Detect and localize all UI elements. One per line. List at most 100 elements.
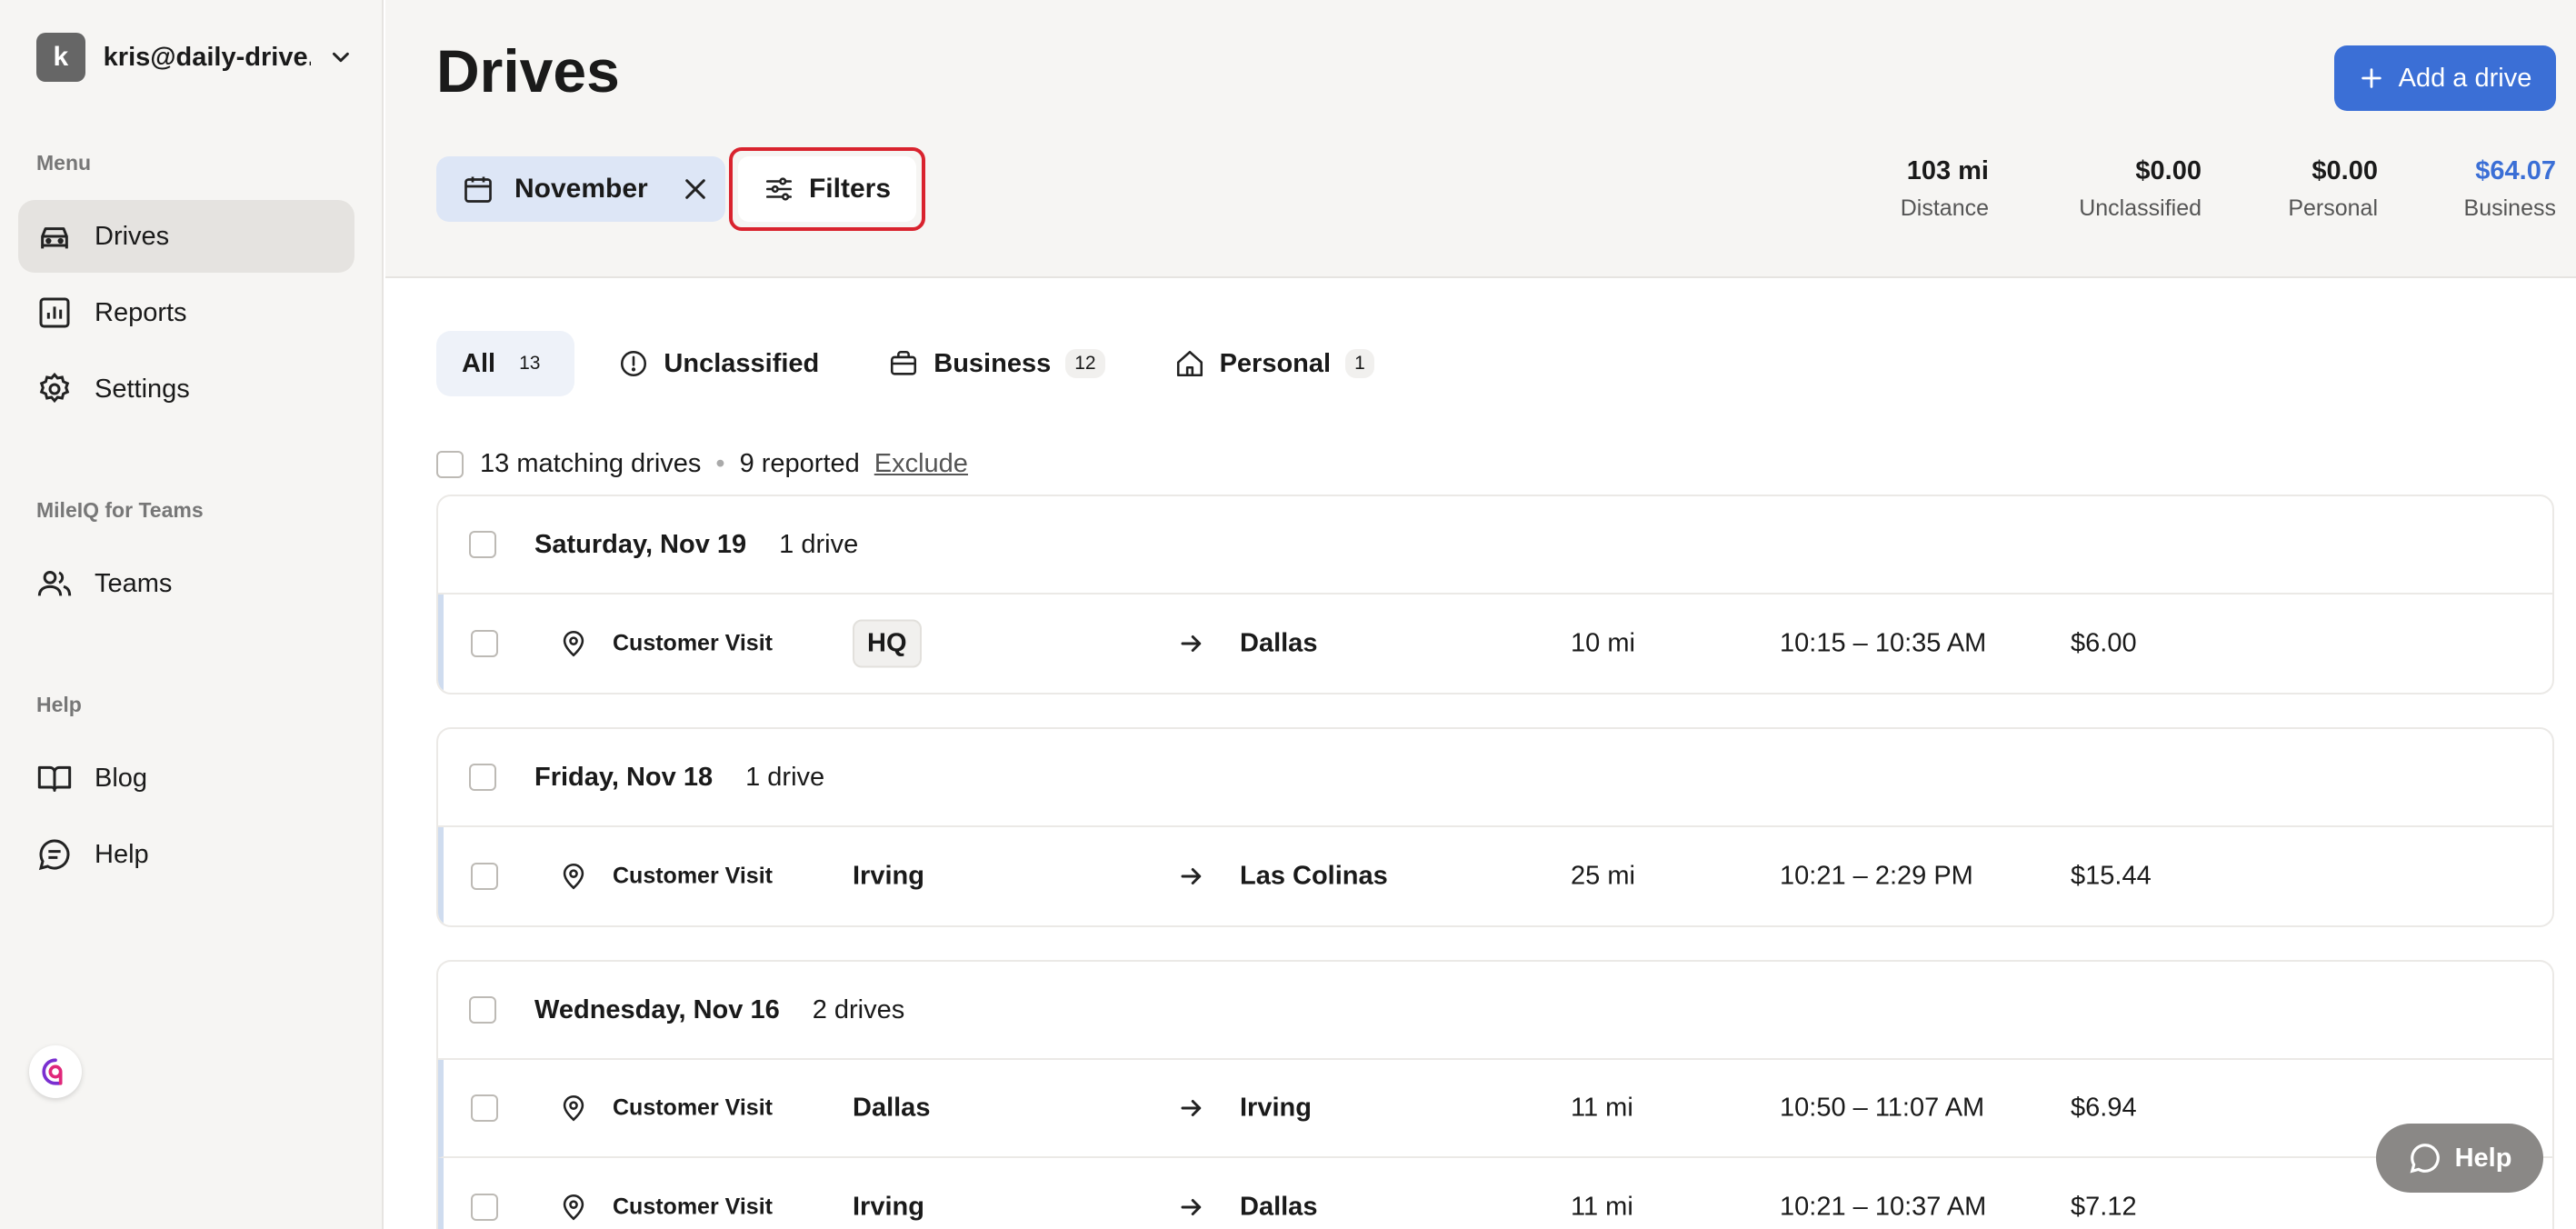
stat-value: 103 mi <box>1906 156 1989 185</box>
sidebar-item-teams[interactable]: Teams <box>18 547 354 620</box>
drive-destination: Las Colinas <box>1240 861 1388 891</box>
tab-business[interactable]: Business 12 <box>863 331 1130 396</box>
filters-label: Filters <box>808 174 892 204</box>
stat-personal: $0.00 Personal <box>2288 156 2378 222</box>
sidebar-item-blog[interactable]: Blog <box>18 742 354 814</box>
drive-distance: 10 mi <box>1571 628 1635 658</box>
gear-icon <box>39 372 70 404</box>
day-group: Saturday, Nov 19 1 drive Customer Visit … <box>436 495 2554 694</box>
tab-all[interactable]: All 13 <box>436 331 575 396</box>
sidebar-item-reports[interactable]: Reports <box>18 276 354 349</box>
drive-time: 10:50 – 11:07 AM <box>1780 1093 1985 1123</box>
stat-unclassified: $0.00 Unclassified <box>2079 156 2202 222</box>
home-icon <box>1176 350 1203 377</box>
account-switcher[interactable]: k kris@daily-drive... <box>36 33 354 82</box>
drive-distance: 11 mi <box>1571 1192 1633 1222</box>
people-icon <box>37 571 72 596</box>
account-email: kris@daily-drive... <box>103 42 312 72</box>
chevron-down-icon[interactable] <box>327 44 354 71</box>
drive-amount: $15.44 <box>2071 861 2152 891</box>
drive-purpose[interactable]: Customer Visit <box>613 1095 773 1122</box>
tab-label: Unclassified <box>664 348 820 378</box>
drive-purpose[interactable]: Customer Visit <box>613 631 773 657</box>
sidebar-item-label: Reports <box>95 297 187 327</box>
stat-business: $64.07 Business <box>2464 156 2556 222</box>
drive-time: 10:21 – 10:37 AM <box>1780 1192 1987 1222</box>
exclude-link[interactable]: Exclude <box>874 449 968 479</box>
arrow-right-icon <box>1181 1100 1202 1116</box>
day-drive-count: 1 drive <box>779 529 859 559</box>
selection-summary: 13 matching drives • 9 reported Exclude <box>436 449 968 479</box>
drive-origin: Dallas <box>853 1093 931 1123</box>
tab-count: 1 <box>1345 349 1374 378</box>
month-filter-label: November <box>514 174 648 204</box>
location-pin-icon <box>563 1094 584 1122</box>
drive-row[interactable]: Customer Visit Irving Dallas 11 mi 10:21… <box>438 1158 2552 1229</box>
drive-origin: Irving <box>853 861 924 891</box>
stat-label: Personal <box>2288 195 2378 221</box>
drive-distance: 25 mi <box>1571 861 1635 891</box>
day-header: Wednesday, Nov 16 2 drives <box>438 962 2552 1060</box>
day-drive-count: 1 drive <box>745 762 825 792</box>
month-filter-chip[interactable]: November <box>436 156 725 222</box>
stat-value: $64.07 <box>2475 156 2556 185</box>
sidebar-item-label: Blog <box>95 763 148 793</box>
close-icon[interactable] <box>681 175 710 204</box>
arrow-right-icon <box>1181 635 1202 652</box>
select-all-checkbox[interactable] <box>436 450 464 478</box>
day-date: Saturday, Nov 19 <box>534 529 747 559</box>
page-title: Drives <box>436 37 620 105</box>
day-header: Saturday, Nov 19 1 drive <box>438 496 2552 595</box>
sidebar-item-help[interactable]: Help <box>18 818 354 891</box>
filters-button[interactable]: Filters <box>738 156 916 222</box>
sidebar-item-label: Drives <box>95 221 170 251</box>
drive-checkbox[interactable] <box>471 1094 498 1122</box>
arrow-right-icon <box>1181 868 1202 884</box>
drive-row[interactable]: Customer Visit Irving Las Colinas 25 mi … <box>438 827 2552 925</box>
day-group: Wednesday, Nov 16 2 drives Customer Visi… <box>436 960 2554 1229</box>
tab-personal[interactable]: Personal 1 <box>1149 331 1400 396</box>
stat-value: $0.00 <box>2311 156 2378 185</box>
help-chat-button[interactable]: Help <box>2376 1124 2543 1193</box>
day-checkbox[interactable] <box>469 996 496 1024</box>
drive-checkbox[interactable] <box>471 1194 498 1221</box>
help-section-label: Help <box>36 693 82 716</box>
classification-tabs: All 13 Unclassified Business 12 Personal… <box>436 331 1418 396</box>
car-icon <box>41 227 68 249</box>
day-checkbox[interactable] <box>469 531 496 558</box>
briefcase-icon <box>891 350 917 375</box>
sidebar-item-settings[interactable]: Settings <box>18 353 354 425</box>
drive-time: 10:15 – 10:35 AM <box>1780 628 1987 658</box>
day-checkbox[interactable] <box>469 764 496 791</box>
chat-icon <box>38 839 70 871</box>
reported-count: 9 reported <box>739 449 860 478</box>
day-drive-count: 2 drives <box>812 994 905 1024</box>
drive-checkbox[interactable] <box>471 630 498 657</box>
add-drive-button[interactable]: Add a drive <box>2334 45 2556 111</box>
sidebar-item-label: Teams <box>95 568 173 598</box>
location-pin-icon <box>563 863 584 890</box>
app-logo[interactable] <box>29 1045 82 1098</box>
chart-icon <box>39 297 70 328</box>
day-date: Wednesday, Nov 16 <box>534 994 780 1024</box>
drive-amount: $6.00 <box>2071 628 2137 658</box>
location-pin-icon <box>563 1194 584 1221</box>
matching-count: 13 matching drives <box>480 449 702 478</box>
drive-row[interactable]: Customer Visit Dallas Irving 11 mi 10:50… <box>438 1060 2552 1158</box>
drive-row[interactable]: Customer Visit HQ Dallas 10 mi 10:15 – 1… <box>438 595 2552 693</box>
avatar: k <box>36 33 85 82</box>
drive-distance: 11 mi <box>1571 1093 1633 1123</box>
drive-checkbox[interactable] <box>471 863 498 890</box>
day-group: Friday, Nov 18 1 drive Customer Visit Ir… <box>436 727 2554 927</box>
sidebar-item-drives[interactable]: Drives <box>18 200 354 273</box>
drive-purpose[interactable]: Customer Visit <box>613 1194 773 1221</box>
drive-destination: Dallas <box>1240 1192 1318 1222</box>
tab-unclassified[interactable]: Unclassified <box>593 331 844 396</box>
tab-label: Personal <box>1219 348 1332 378</box>
help-chat-label: Help <box>2454 1143 2512 1173</box>
drive-purpose[interactable]: Customer Visit <box>613 864 773 890</box>
tab-count: 13 <box>519 353 541 374</box>
book-icon <box>37 765 72 792</box>
drive-destination: Irving <box>1240 1093 1312 1123</box>
stat-distance: 103 mi Distance <box>1901 156 1989 222</box>
